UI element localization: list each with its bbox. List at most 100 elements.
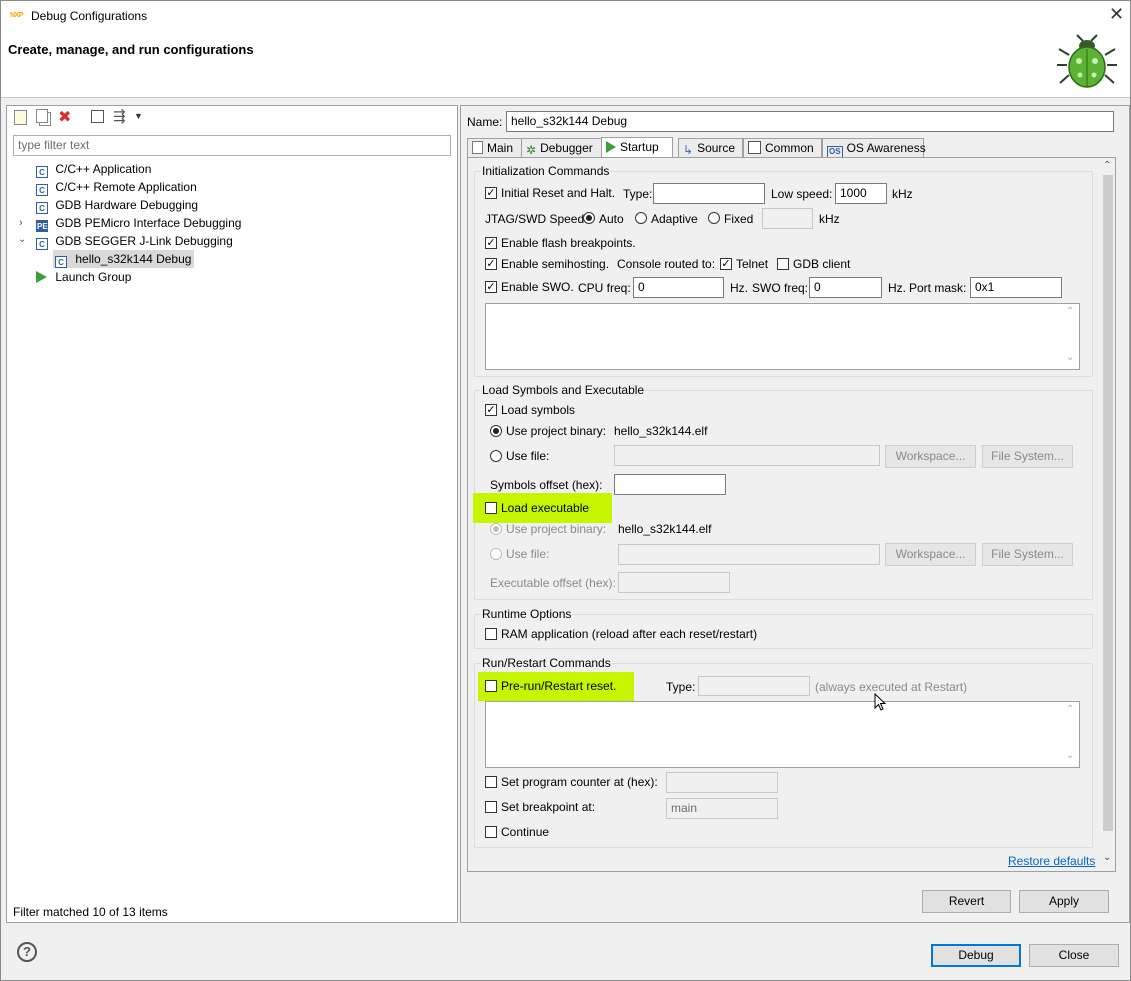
scroll-down-icon[interactable]: ⌄ bbox=[1066, 750, 1074, 761]
revert-button[interactable]: Revert bbox=[922, 890, 1011, 913]
scroll-up-icon[interactable]: ⌃ bbox=[1066, 704, 1074, 715]
filter-input[interactable]: type filter text bbox=[13, 135, 451, 156]
set-pc-input[interactable] bbox=[666, 772, 778, 793]
scroll-thumb[interactable] bbox=[1103, 175, 1113, 831]
tree-item-gdb-segger[interactable]: C GDB SEGGER J-Link Debugging bbox=[36, 232, 233, 250]
restore-defaults-link[interactable]: Restore defaults bbox=[1008, 854, 1095, 868]
exec-use-project-binary-radio[interactable] bbox=[490, 523, 502, 535]
run-commands-textarea[interactable]: ⌃ ⌄ bbox=[485, 701, 1080, 768]
fixed-speed-input[interactable] bbox=[762, 208, 813, 229]
new-config-icon[interactable] bbox=[14, 110, 27, 125]
symbols-file-input[interactable] bbox=[614, 445, 880, 466]
symbols-file-system-button[interactable]: File System... bbox=[982, 445, 1073, 468]
c-config-icon: C bbox=[55, 256, 67, 268]
tab-label: OS Awareness bbox=[846, 141, 926, 155]
scroll-down-icon[interactable]: ⌄ bbox=[1066, 352, 1074, 363]
set-pc-checkbox[interactable] bbox=[485, 776, 497, 788]
tree-item-launch-group[interactable]: Launch Group bbox=[36, 268, 131, 286]
name-label: Name: bbox=[467, 115, 503, 129]
chevron-down-icon[interactable]: ▼ bbox=[134, 111, 143, 121]
exec-file-system-button[interactable]: File System... bbox=[982, 543, 1073, 566]
tree-item-gdb-hardware[interactable]: C GDB Hardware Debugging bbox=[36, 196, 198, 214]
cpu-freq-label: CPU freq: bbox=[578, 281, 631, 295]
scroll-up-icon[interactable]: ⌃ bbox=[1103, 160, 1111, 171]
continue-checkbox[interactable] bbox=[485, 826, 497, 838]
close-button[interactable]: Close bbox=[1029, 944, 1119, 967]
exec-file-input[interactable] bbox=[618, 544, 880, 565]
swo-freq-input[interactable]: 0 bbox=[809, 277, 882, 298]
reset-type-input[interactable] bbox=[653, 183, 765, 204]
collapse-all-icon[interactable] bbox=[91, 110, 104, 123]
tab-source[interactable]: ↳ Source bbox=[678, 138, 743, 157]
run-type-input[interactable] bbox=[698, 676, 810, 696]
load-symbols-checkbox[interactable]: ✓ bbox=[485, 404, 497, 416]
tree-item-hello-debug[interactable]: C hello_s32k144 Debug bbox=[53, 250, 195, 268]
tab-debugger[interactable]: ✲ Debugger bbox=[521, 138, 602, 157]
group-title: Run/Restart Commands bbox=[481, 656, 612, 670]
auto-label: Auto bbox=[599, 212, 624, 226]
ram-application-checkbox[interactable] bbox=[485, 628, 497, 640]
load-executable-checkbox[interactable] bbox=[485, 502, 497, 514]
symbols-use-project-binary-radio[interactable] bbox=[490, 425, 502, 437]
scroll-up-icon[interactable]: ⌃ bbox=[1066, 306, 1074, 317]
pre-run-reset-checkbox[interactable] bbox=[485, 680, 497, 692]
adaptive-label: Adaptive bbox=[651, 212, 698, 226]
fixed-radio[interactable] bbox=[708, 212, 720, 224]
auto-radio[interactable] bbox=[583, 212, 595, 224]
ram-application-label: RAM application (reload after each reset… bbox=[501, 627, 758, 641]
symbols-use-file-radio[interactable] bbox=[490, 450, 502, 462]
vertical-scrollbar[interactable]: ⌃ ⌄ bbox=[1101, 158, 1115, 871]
c-config-icon: C bbox=[36, 238, 48, 250]
expand-chevron-icon[interactable]: › bbox=[19, 217, 23, 229]
scroll-down-icon[interactable]: ⌄ bbox=[1103, 852, 1111, 863]
port-mask-input[interactable]: 0x1 bbox=[970, 277, 1062, 298]
symbols-workspace-button[interactable]: Workspace... bbox=[885, 445, 976, 468]
init-commands-textarea[interactable]: ⌃ ⌄ bbox=[485, 303, 1080, 370]
gdb-client-checkbox[interactable] bbox=[777, 258, 789, 270]
telnet-checkbox[interactable]: ✓ bbox=[720, 258, 732, 270]
startup-tab-icon bbox=[606, 141, 616, 153]
adaptive-radio[interactable] bbox=[635, 212, 647, 224]
exec-use-file-radio[interactable] bbox=[490, 548, 502, 560]
flash-breakpoints-checkbox[interactable]: ✓ bbox=[485, 237, 497, 249]
tab-label: Debugger bbox=[540, 141, 593, 155]
symbols-offset-input[interactable] bbox=[614, 474, 726, 495]
low-speed-input[interactable]: 1000 bbox=[835, 183, 887, 204]
low-speed-label: Low speed: bbox=[771, 187, 833, 201]
help-icon[interactable]: ? bbox=[17, 942, 37, 962]
name-input[interactable]: hello_s32k144 Debug bbox=[506, 111, 1114, 132]
tab-label: Source bbox=[697, 141, 736, 155]
telnet-label: Telnet bbox=[736, 257, 769, 271]
tab-os-awareness[interactable]: OS OS Awareness bbox=[822, 138, 926, 160]
exec-offset-input[interactable] bbox=[618, 572, 730, 593]
collapse-chevron-icon[interactable]: ⌄ bbox=[18, 234, 26, 245]
duplicate-icon[interactable] bbox=[36, 109, 48, 123]
source-tab-icon: ↳ bbox=[683, 143, 694, 157]
page-title: Create, manage, and run configurations bbox=[8, 42, 254, 57]
tab-common[interactable]: Common bbox=[743, 138, 822, 157]
semihosting-checkbox[interactable]: ✓ bbox=[485, 258, 497, 270]
set-breakpoint-input[interactable]: main bbox=[666, 798, 778, 819]
c-config-icon: C bbox=[36, 166, 48, 178]
tree-item-cpp-application[interactable]: C C/C++ Application bbox=[36, 160, 151, 178]
tab-startup[interactable]: Startup bbox=[601, 137, 673, 157]
swo-checkbox[interactable]: ✓ bbox=[485, 281, 497, 293]
semihosting-label: Enable semihosting. bbox=[501, 257, 610, 271]
tab-main[interactable]: Main bbox=[467, 138, 522, 157]
tree-item-gdb-pemicro[interactable]: PE GDB PEMicro Interface Debugging bbox=[36, 214, 241, 232]
apply-button[interactable]: Apply bbox=[1019, 890, 1109, 913]
button-label: File System... bbox=[991, 449, 1064, 463]
delete-icon[interactable]: ✖ bbox=[58, 107, 71, 127]
close-icon[interactable]: ✕ bbox=[1109, 4, 1124, 25]
set-breakpoint-checkbox[interactable] bbox=[485, 801, 497, 813]
filter-icon[interactable]: ⇶ bbox=[113, 107, 126, 125]
cpu-freq-input[interactable]: 0 bbox=[633, 277, 724, 298]
pre-run-reset-label: Pre-run/Restart reset. bbox=[501, 679, 617, 693]
debug-button[interactable]: Debug bbox=[931, 944, 1021, 967]
exec-workspace-button[interactable]: Workspace... bbox=[885, 543, 976, 566]
hz-label: Hz. bbox=[730, 281, 748, 295]
name-value: hello_s32k144 Debug bbox=[511, 114, 628, 128]
tree-item-cpp-remote-application[interactable]: C C/C++ Remote Application bbox=[36, 178, 197, 196]
initial-reset-checkbox[interactable]: ✓ bbox=[485, 187, 497, 199]
load-executable-label: Load executable bbox=[501, 501, 590, 515]
